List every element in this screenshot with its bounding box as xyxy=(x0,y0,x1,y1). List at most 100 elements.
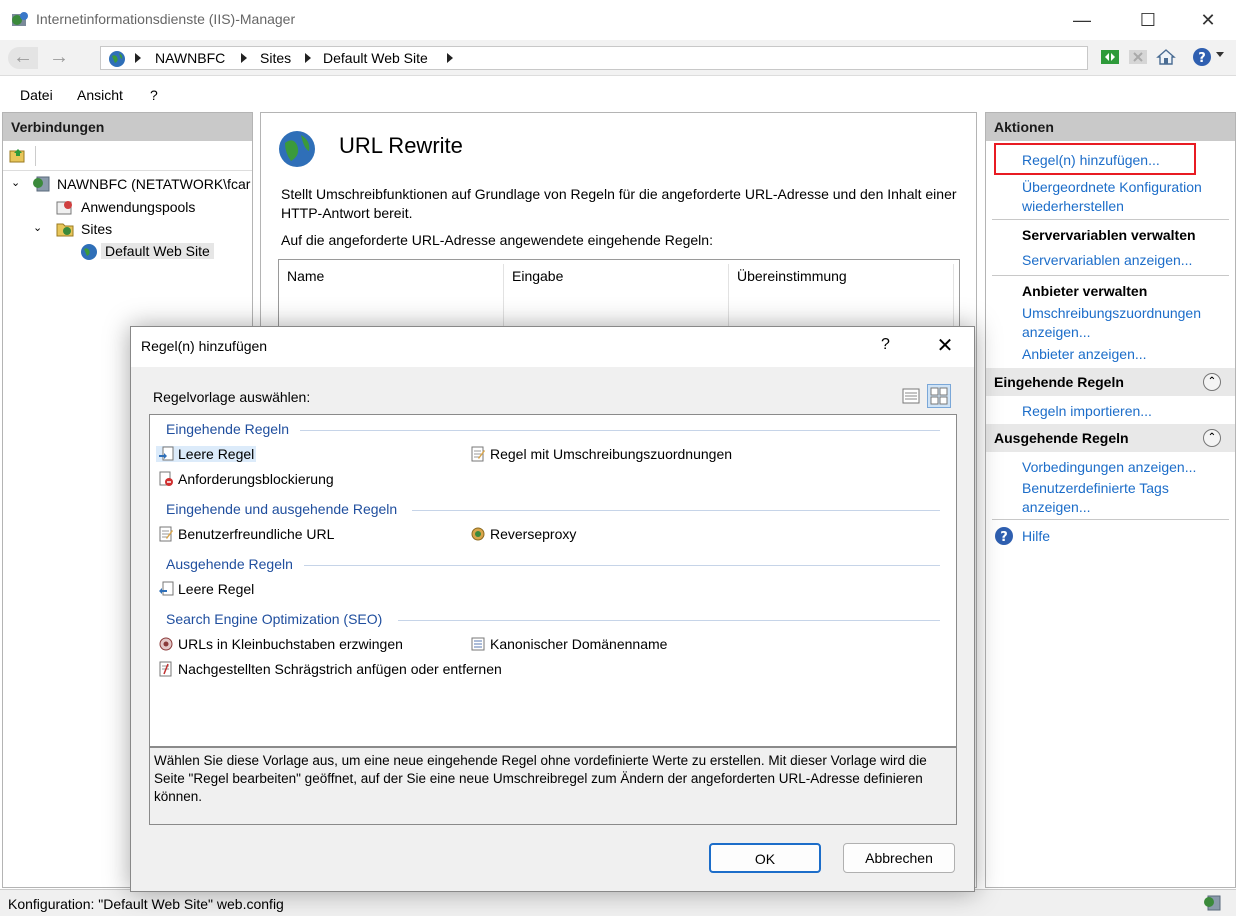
column-header-input[interactable]: Eingabe xyxy=(512,268,563,284)
dialog-help-button[interactable]: ? xyxy=(881,336,890,354)
outbound-rules-section-title: Ausgehende Regeln xyxy=(994,430,1129,446)
import-rules-link[interactable]: Regeln importieren... xyxy=(1022,402,1152,421)
breadcrumb[interactable]: NAWNBFC Sites Default Web Site xyxy=(100,46,1088,70)
rewrite-maps-show-link[interactable]: Umschreibungszuordnungen anzeigen... xyxy=(1022,304,1222,342)
template-label: URLs in Kleinbuchstaben erzwingen xyxy=(178,636,403,652)
tree-default-web-site[interactable]: Default Web Site xyxy=(101,243,214,259)
add-rules-link[interactable]: Regel(n) hinzufügen... xyxy=(1022,151,1160,170)
collapse-icon[interactable]: ⌃ xyxy=(1203,373,1221,391)
tree-sites[interactable]: Sites xyxy=(81,221,112,237)
dialog-title: Regel(n) hinzufügen xyxy=(141,338,268,354)
template-trailing-slash[interactable]: Nachgestellten Schrägstrich anfügen oder… xyxy=(158,661,502,677)
inbound-rules-section[interactable]: Eingehende Regeln ⌃ xyxy=(986,368,1235,396)
dialog-close-button[interactable]: ✕ xyxy=(931,333,959,358)
iis-manager-icon xyxy=(12,12,28,26)
minimize-button[interactable]: — xyxy=(1060,6,1104,34)
template-select-label: Regelvorlage auswählen: xyxy=(153,389,311,405)
template-label: Kanonischer Domänenname xyxy=(490,636,668,652)
menu-ansicht[interactable]: Ansicht xyxy=(77,87,123,103)
svg-text:?: ? xyxy=(1198,51,1206,66)
sites-folder-icon xyxy=(56,223,74,237)
group-inbound-outbound: Eingehende und ausgehende Regeln xyxy=(166,501,398,517)
refresh-icon[interactable] xyxy=(1100,47,1120,67)
tree-server[interactable]: NAWNBFC (NETATWORK\fcar xyxy=(57,176,250,192)
canonical-domain-icon xyxy=(471,637,485,651)
back-button[interactable]: ← xyxy=(8,47,38,69)
add-rules-dialog: Regel(n) hinzufügen ? ✕ Regelvorlage aus… xyxy=(130,326,975,892)
actions-panel: Aktionen Regel(n) hinzufügen... Übergeor… xyxy=(985,112,1236,888)
breadcrumb-arrow-icon xyxy=(241,53,247,63)
breadcrumb-sites[interactable]: Sites xyxy=(260,50,291,66)
inbound-rules-section-title: Eingehende Regeln xyxy=(994,374,1124,390)
column-header-match[interactable]: Übereinstimmung xyxy=(737,268,847,284)
help-icon: ? xyxy=(995,527,1013,545)
help-icon[interactable]: ? xyxy=(1192,47,1212,67)
template-canonical-domain[interactable]: Kanonischer Domänenname xyxy=(470,636,667,652)
template-blank-inbound[interactable]: Leere Regel xyxy=(156,446,257,462)
template-label: Leere Regel xyxy=(178,446,255,462)
group-divider xyxy=(300,430,940,431)
expand-chevron-icon[interactable]: ⌄ xyxy=(33,221,42,234)
home-icon[interactable] xyxy=(1156,47,1176,67)
connections-header: Verbindungen xyxy=(3,113,252,141)
divider xyxy=(992,275,1229,276)
breadcrumb-site[interactable]: Default Web Site xyxy=(323,50,428,66)
tree-app-pools[interactable]: Anwendungspools xyxy=(81,199,195,215)
providers-show-link[interactable]: Anbieter anzeigen... xyxy=(1022,345,1147,364)
globe-icon xyxy=(109,51,125,67)
rewrite-map-icon xyxy=(471,446,485,462)
server-vars-group-title: Servervariablen verwalten xyxy=(1022,227,1196,243)
server-icon xyxy=(33,176,50,192)
ok-button[interactable]: OK xyxy=(709,843,821,873)
template-friendly-url[interactable]: Benutzerfreundliche URL xyxy=(158,526,334,542)
svg-text:?: ? xyxy=(1000,530,1008,545)
template-rewrite-map[interactable]: Regel mit Umschreibungszuordnungen xyxy=(470,446,732,462)
template-label: Reverseproxy xyxy=(490,526,577,542)
menu-datei[interactable]: Datei xyxy=(20,87,53,103)
trailing-slash-icon xyxy=(159,661,172,677)
template-blank-outbound[interactable]: Leere Regel xyxy=(158,581,254,597)
column-header-name[interactable]: Name xyxy=(287,268,324,284)
template-reverse-proxy[interactable]: Reverseproxy xyxy=(470,526,576,542)
group-inbound: Eingehende Regeln xyxy=(166,421,289,437)
breadcrumb-arrow-icon xyxy=(135,53,141,63)
restore-config-link[interactable]: Übergeordnete Konfiguration wiederherste… xyxy=(1022,178,1222,216)
template-label: Benutzerfreundliche URL xyxy=(178,526,335,542)
chevron-down-icon[interactable] xyxy=(1216,52,1224,57)
stop-icon[interactable] xyxy=(1128,47,1148,67)
custom-tags-show-link[interactable]: Benutzerdefinierte Tags anzeigen... xyxy=(1022,479,1212,517)
rules-label: Auf die angeforderte URL-Adresse angewen… xyxy=(281,232,713,248)
globe-icon xyxy=(81,244,97,260)
connect-icon[interactable] xyxy=(9,147,27,165)
details-view-button[interactable] xyxy=(899,384,923,408)
dialog-title-bar: Regel(n) hinzufügen ? ✕ xyxy=(131,327,974,367)
server-status-icon xyxy=(1204,895,1221,911)
preconditions-show-link[interactable]: Vorbedingungen anzeigen... xyxy=(1022,458,1196,477)
friendly-url-icon xyxy=(159,526,173,542)
menu-help[interactable]: ? xyxy=(150,87,158,103)
inbound-rule-icon xyxy=(159,446,174,461)
template-label: Nachgestellten Schrägstrich anfügen oder… xyxy=(178,661,502,677)
template-request-blocking[interactable]: Anforderungsblockierung xyxy=(158,471,334,487)
reverse-proxy-icon xyxy=(471,527,485,541)
template-lowercase[interactable]: URLs in Kleinbuchstaben erzwingen xyxy=(158,636,403,652)
window-title: Internetinformationsdienste (IIS)-Manage… xyxy=(36,11,296,27)
forward-button[interactable]: → xyxy=(44,47,74,69)
request-block-icon xyxy=(159,471,173,486)
cancel-button[interactable]: Abbrechen xyxy=(843,843,955,873)
actions-header: Aktionen xyxy=(986,113,1235,141)
close-button[interactable]: ✕ xyxy=(1186,6,1230,34)
breadcrumb-server[interactable]: NAWNBFC xyxy=(155,50,225,66)
template-label: Leere Regel xyxy=(178,581,255,597)
server-vars-show-link[interactable]: Servervariablen anzeigen... xyxy=(1022,251,1192,270)
page-title: URL Rewrite xyxy=(339,133,463,158)
template-list[interactable]: Eingehende Regeln Leere Regel Regel mit … xyxy=(149,414,957,747)
tiles-view-button[interactable] xyxy=(927,384,951,408)
breadcrumb-arrow-icon xyxy=(305,53,311,63)
expand-chevron-icon[interactable]: ⌄ xyxy=(11,176,20,189)
help-link[interactable]: Hilfe xyxy=(1022,527,1050,546)
collapse-icon[interactable]: ⌃ xyxy=(1203,429,1221,447)
outbound-rules-section[interactable]: Ausgehende Regeln ⌃ xyxy=(986,424,1235,452)
maximize-button[interactable]: ☐ xyxy=(1126,6,1170,34)
address-bar: ← → NAWNBFC Sites Default Web Site ? xyxy=(0,40,1236,76)
